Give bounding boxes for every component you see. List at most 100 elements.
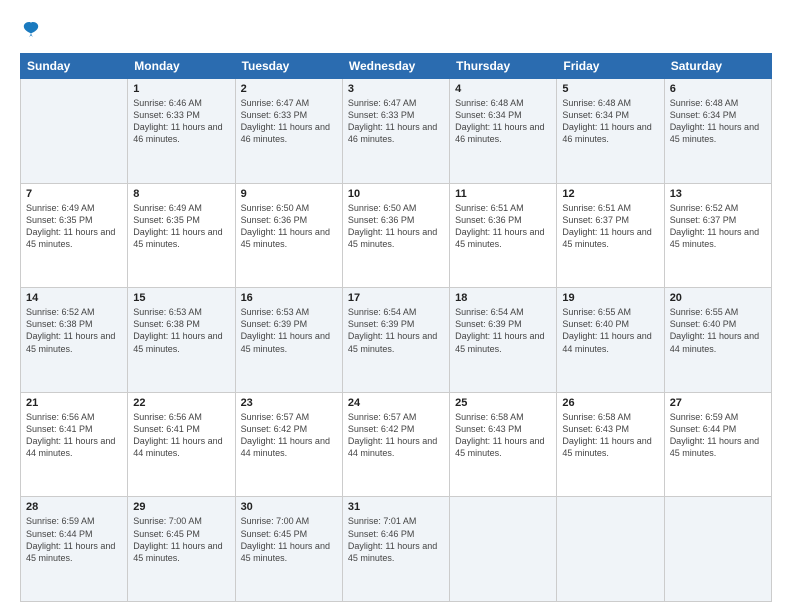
calendar-cell: 25 Sunrise: 6:58 AMSunset: 6:43 PMDayligh… — [450, 392, 557, 497]
day-number: 10 — [348, 188, 444, 200]
day-sun-info: Sunrise: 6:57 AMSunset: 6:42 PMDaylight:… — [241, 411, 337, 460]
calendar-cell — [450, 497, 557, 602]
day-number: 4 — [455, 83, 551, 95]
day-sun-info: Sunrise: 6:52 AMSunset: 6:38 PMDaylight:… — [26, 306, 122, 355]
calendar-cell: 24 Sunrise: 6:57 AMSunset: 6:42 PMDayligh… — [342, 392, 449, 497]
calendar-cell: 16 Sunrise: 6:53 AMSunset: 6:39 PMDayligh… — [235, 288, 342, 393]
day-sun-info: Sunrise: 7:00 AMSunset: 6:45 PMDaylight:… — [241, 515, 337, 564]
calendar-cell: 7Sunrise: 6:49 AMSunset: 6:35 PMDaylight… — [21, 183, 128, 288]
day-number: 1 — [133, 83, 229, 95]
calendar-cell: 1 Sunrise: 6:46 AMSunset: 6:33 PMDaylight… — [128, 79, 235, 184]
calendar-cell: 11 Sunrise: 6:51 AMSunset: 6:36 PMDayligh… — [450, 183, 557, 288]
day-number: 17 — [348, 292, 444, 304]
day-sun-info: Sunrise: 6:47 AMSunset: 6:33 PMDaylight:… — [241, 97, 337, 146]
day-sun-info: Sunrise: 6:47 AMSunset: 6:33 PMDaylight:… — [348, 97, 444, 146]
day-number: 25 — [455, 397, 551, 409]
calendar-cell: 14 Sunrise: 6:52 AMSunset: 6:38 PMDayligh… — [21, 288, 128, 393]
logo — [20, 18, 100, 41]
calendar-cell: 31 Sunrise: 7:01 AMSunset: 6:46 PMDayligh… — [342, 497, 449, 602]
day-number: 8 — [133, 188, 229, 200]
calendar-cell: 13 Sunrise: 6:52 AMSunset: 6:37 PMDayligh… — [664, 183, 771, 288]
calendar-cell: 20 Sunrise: 6:55 AMSunset: 6:40 PMDayligh… — [664, 288, 771, 393]
day-number: 3 — [348, 83, 444, 95]
day-number: 14 — [26, 292, 122, 304]
day-sun-info: Sunrise: 6:51 AMSunset: 6:37 PMDaylight:… — [562, 202, 658, 251]
day-number: 6 — [670, 83, 766, 95]
day-sun-info: Sunrise: 6:50 AMSunset: 6:36 PMDaylight:… — [241, 202, 337, 251]
day-sun-info: Sunrise: 6:59 AMSunset: 6:44 PMDaylight:… — [26, 515, 122, 564]
day-sun-info: Sunrise: 6:52 AMSunset: 6:37 PMDaylight:… — [670, 202, 766, 251]
day-number: 2 — [241, 83, 337, 95]
day-sun-info: Sunrise: 6:58 AMSunset: 6:43 PMDaylight:… — [455, 411, 551, 460]
calendar-cell: 29 Sunrise: 7:00 AMSunset: 6:45 PMDayligh… — [128, 497, 235, 602]
day-number: 18 — [455, 292, 551, 304]
day-sun-info: Sunrise: 6:56 AMSunset: 6:41 PMDaylight:… — [133, 411, 229, 460]
day-sun-info: Sunrise: 6:55 AMSunset: 6:40 PMDaylight:… — [670, 306, 766, 355]
day-header-saturday: Saturday — [664, 54, 771, 79]
calendar-cell: 12 Sunrise: 6:51 AMSunset: 6:37 PMDayligh… — [557, 183, 664, 288]
calendar-cell: 18 Sunrise: 6:54 AMSunset: 6:39 PMDayligh… — [450, 288, 557, 393]
day-sun-info: Sunrise: 6:48 AMSunset: 6:34 PMDaylight:… — [562, 97, 658, 146]
calendar-cell: 22 Sunrise: 6:56 AMSunset: 6:41 PMDayligh… — [128, 392, 235, 497]
calendar-cell — [21, 79, 128, 184]
day-header-tuesday: Tuesday — [235, 54, 342, 79]
day-header-sunday: Sunday — [21, 54, 128, 79]
day-number: 13 — [670, 188, 766, 200]
day-number: 27 — [670, 397, 766, 409]
calendar-cell: 6 Sunrise: 6:48 AMSunset: 6:34 PMDaylight… — [664, 79, 771, 184]
calendar-cell: 9 Sunrise: 6:50 AMSunset: 6:36 PMDaylight… — [235, 183, 342, 288]
day-sun-info: Sunrise: 6:54 AMSunset: 6:39 PMDaylight:… — [455, 306, 551, 355]
day-number: 22 — [133, 397, 229, 409]
day-sun-info: Sunrise: 6:56 AMSunset: 6:41 PMDaylight:… — [26, 411, 122, 460]
day-sun-info: Sunrise: 6:59 AMSunset: 6:44 PMDaylight:… — [670, 411, 766, 460]
day-number: 15 — [133, 292, 229, 304]
day-number: 30 — [241, 501, 337, 513]
header — [20, 18, 772, 41]
day-sun-info: Sunrise: 7:01 AMSunset: 6:46 PMDaylight:… — [348, 515, 444, 564]
day-number: 28 — [26, 501, 122, 513]
day-sun-info: Sunrise: 6:50 AMSunset: 6:36 PMDaylight:… — [348, 202, 444, 251]
day-sun-info: Sunrise: 6:58 AMSunset: 6:43 PMDaylight:… — [562, 411, 658, 460]
day-number: 20 — [670, 292, 766, 304]
day-number: 29 — [133, 501, 229, 513]
day-header-friday: Friday — [557, 54, 664, 79]
calendar-cell: 4Sunrise: 6:48 AMSunset: 6:34 PMDaylight… — [450, 79, 557, 184]
calendar-cell: 26 Sunrise: 6:58 AMSunset: 6:43 PMDayligh… — [557, 392, 664, 497]
page: SundayMondayTuesdayWednesdayThursdayFrid… — [0, 0, 792, 612]
calendar-cell — [664, 497, 771, 602]
day-sun-info: Sunrise: 7:00 AMSunset: 6:45 PMDaylight:… — [133, 515, 229, 564]
day-header-wednesday: Wednesday — [342, 54, 449, 79]
day-header-thursday: Thursday — [450, 54, 557, 79]
day-number: 24 — [348, 397, 444, 409]
day-sun-info: Sunrise: 6:57 AMSunset: 6:42 PMDaylight:… — [348, 411, 444, 460]
calendar-cell: 19Sunrise: 6:55 AMSunset: 6:40 PMDayligh… — [557, 288, 664, 393]
day-number: 16 — [241, 292, 337, 304]
calendar-cell: 23 Sunrise: 6:57 AMSunset: 6:42 PMDayligh… — [235, 392, 342, 497]
day-sun-info: Sunrise: 6:46 AMSunset: 6:33 PMDaylight:… — [133, 97, 229, 146]
day-number: 31 — [348, 501, 444, 513]
calendar-cell: 27 Sunrise: 6:59 AMSunset: 6:44 PMDayligh… — [664, 392, 771, 497]
day-number: 26 — [562, 397, 658, 409]
day-sun-info: Sunrise: 6:54 AMSunset: 6:39 PMDaylight:… — [348, 306, 444, 355]
calendar-cell: 8Sunrise: 6:49 AMSunset: 6:35 PMDaylight… — [128, 183, 235, 288]
day-sun-info: Sunrise: 6:53 AMSunset: 6:39 PMDaylight:… — [241, 306, 337, 355]
day-number: 19 — [562, 292, 658, 304]
day-sun-info: Sunrise: 6:51 AMSunset: 6:36 PMDaylight:… — [455, 202, 551, 251]
calendar-cell — [557, 497, 664, 602]
calendar-cell: 17 Sunrise: 6:54 AMSunset: 6:39 PMDayligh… — [342, 288, 449, 393]
calendar-cell: 28 Sunrise: 6:59 AMSunset: 6:44 PMDayligh… — [21, 497, 128, 602]
day-sun-info: Sunrise: 6:49 AMSunset: 6:35 PMDaylight:… — [26, 202, 122, 251]
day-number: 5 — [562, 83, 658, 95]
day-sun-info: Sunrise: 6:53 AMSunset: 6:38 PMDaylight:… — [133, 306, 229, 355]
day-number: 12 — [562, 188, 658, 200]
day-number: 21 — [26, 397, 122, 409]
calendar-table: SundayMondayTuesdayWednesdayThursdayFrid… — [20, 53, 772, 602]
day-number: 11 — [455, 188, 551, 200]
day-number: 9 — [241, 188, 337, 200]
day-number: 23 — [241, 397, 337, 409]
calendar-cell: 2 Sunrise: 6:47 AMSunset: 6:33 PMDaylight… — [235, 79, 342, 184]
calendar-cell: 10 Sunrise: 6:50 AMSunset: 6:36 PMDayligh… — [342, 183, 449, 288]
calendar-cell: 21 Sunrise: 6:56 AMSunset: 6:41 PMDayligh… — [21, 392, 128, 497]
day-sun-info: Sunrise: 6:48 AMSunset: 6:34 PMDaylight:… — [670, 97, 766, 146]
day-header-monday: Monday — [128, 54, 235, 79]
